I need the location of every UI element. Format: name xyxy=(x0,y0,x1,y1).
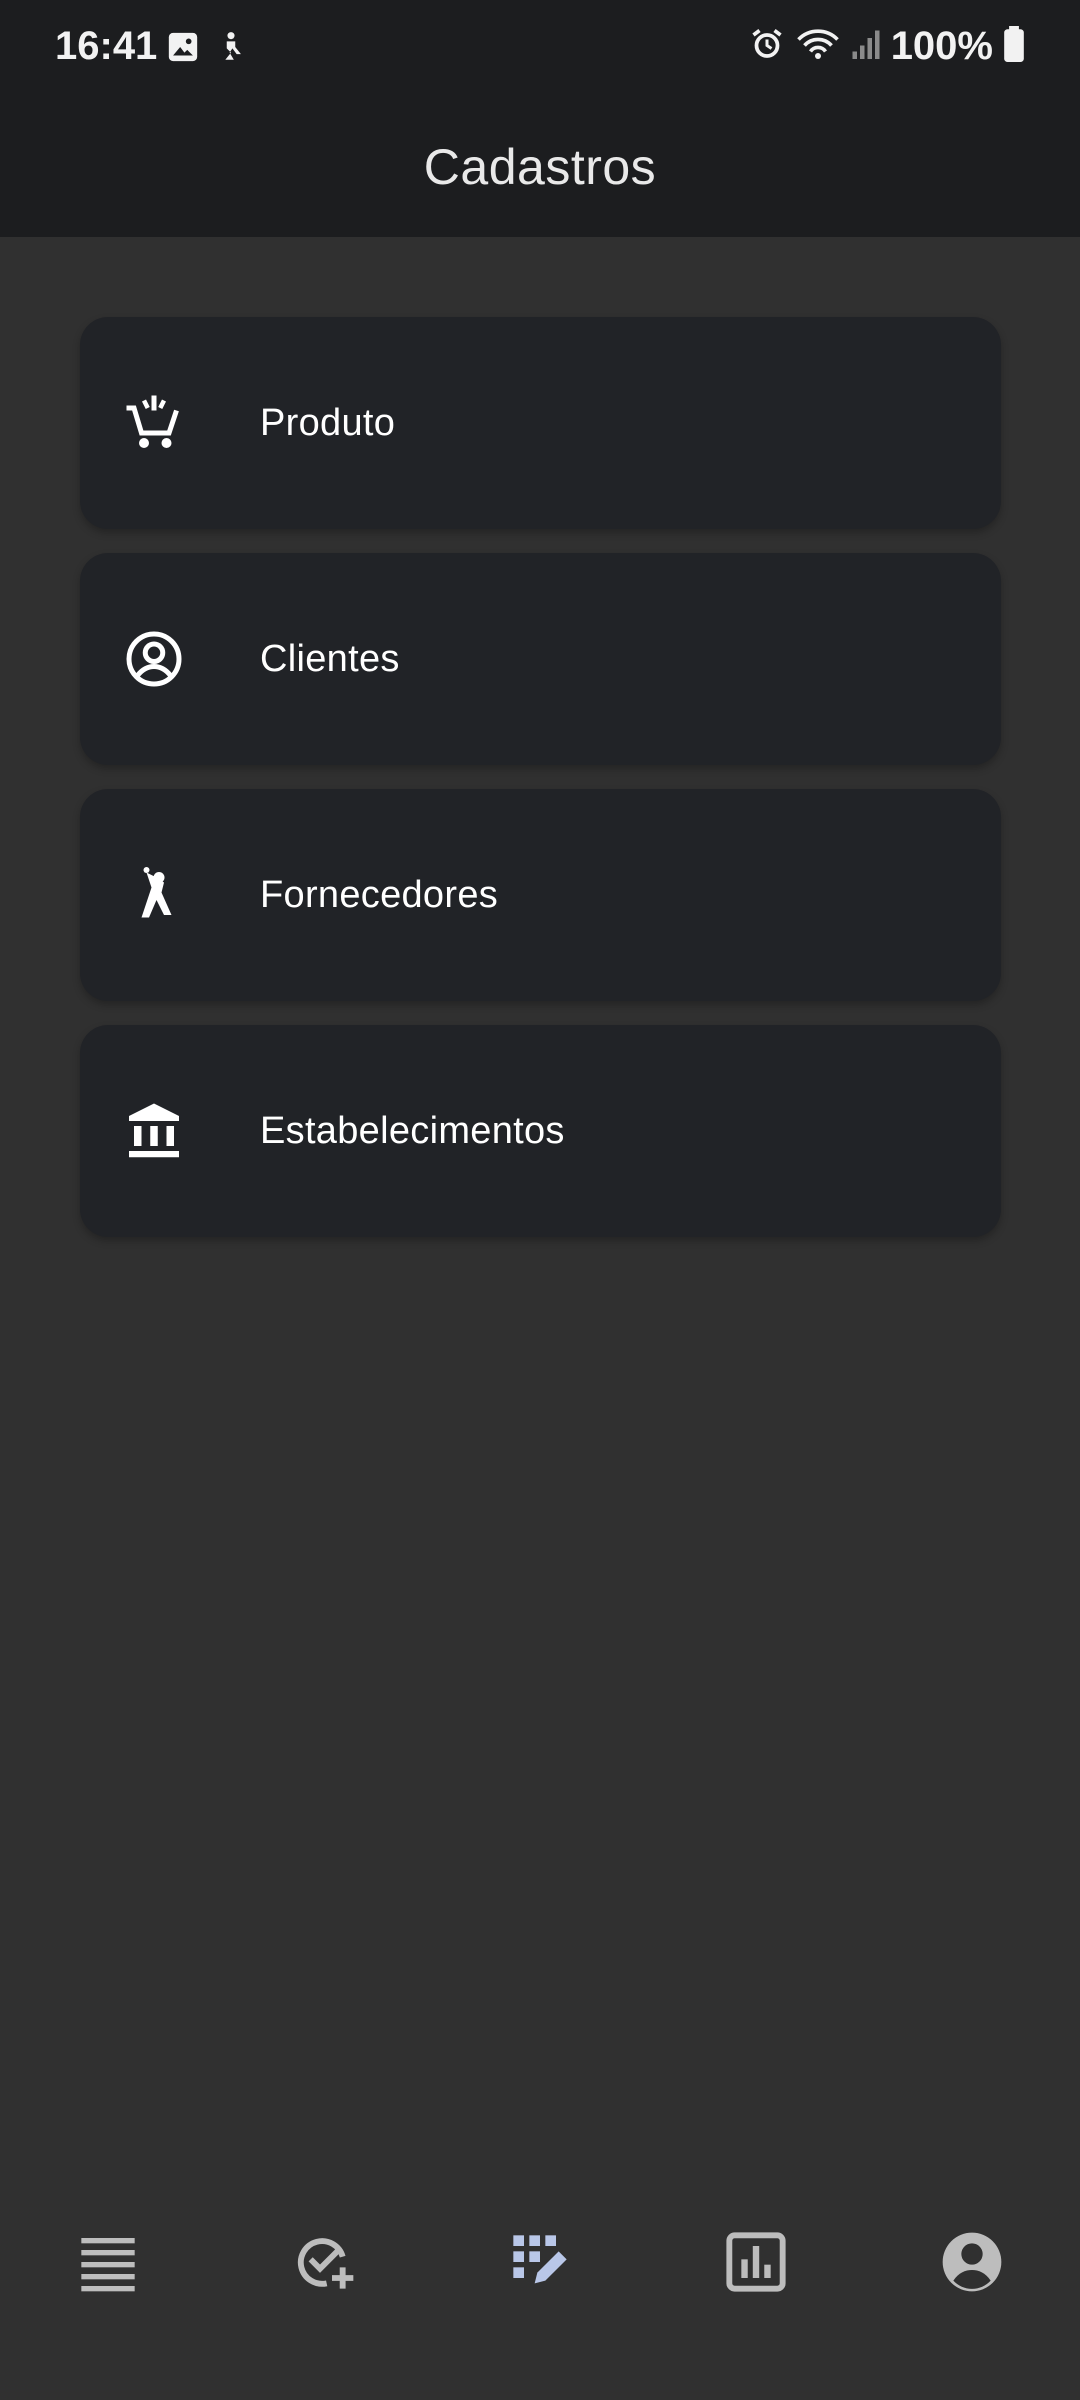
alarm-icon xyxy=(749,26,785,67)
gallery-icon xyxy=(166,30,200,69)
menu-item-clientes[interactable]: Clientes xyxy=(80,553,1001,765)
signal-icon xyxy=(851,26,881,67)
list-icon[interactable] xyxy=(76,2230,140,2294)
grid-edit-icon[interactable] xyxy=(508,2230,572,2294)
check-add-icon[interactable] xyxy=(292,2230,356,2294)
menu-item-estabelecimentos[interactable]: Estabelecimentos xyxy=(80,1025,1001,1237)
person-icon xyxy=(124,865,184,925)
menu-item-fornecedores[interactable]: Fornecedores xyxy=(80,789,1001,1001)
status-time: 16:41 xyxy=(55,24,158,68)
wifi-icon xyxy=(795,26,841,67)
battery-text: 100% xyxy=(890,24,993,68)
status-bar: 16:41 100% xyxy=(0,0,1080,96)
page-title: Cadastros xyxy=(423,138,657,195)
app-bar: Cadastros xyxy=(0,96,1080,237)
cart-icon xyxy=(124,393,184,453)
menu-item-label: Fornecedores xyxy=(260,874,499,916)
menu-item-produto[interactable]: Produto xyxy=(80,317,1001,529)
menu-item-label: Clientes xyxy=(260,638,400,680)
menu-item-label: Produto xyxy=(260,402,396,444)
battery-icon xyxy=(1003,26,1025,67)
account-circle-icon[interactable] xyxy=(940,2230,1004,2294)
accessibility-icon xyxy=(214,30,248,69)
bank-icon xyxy=(124,1101,184,1161)
chart-icon[interactable] xyxy=(724,2230,788,2294)
menu-item-label: Estabelecimentos xyxy=(260,1110,565,1152)
bottom-navigation xyxy=(0,2230,1080,2370)
user-circle-icon xyxy=(124,629,184,689)
